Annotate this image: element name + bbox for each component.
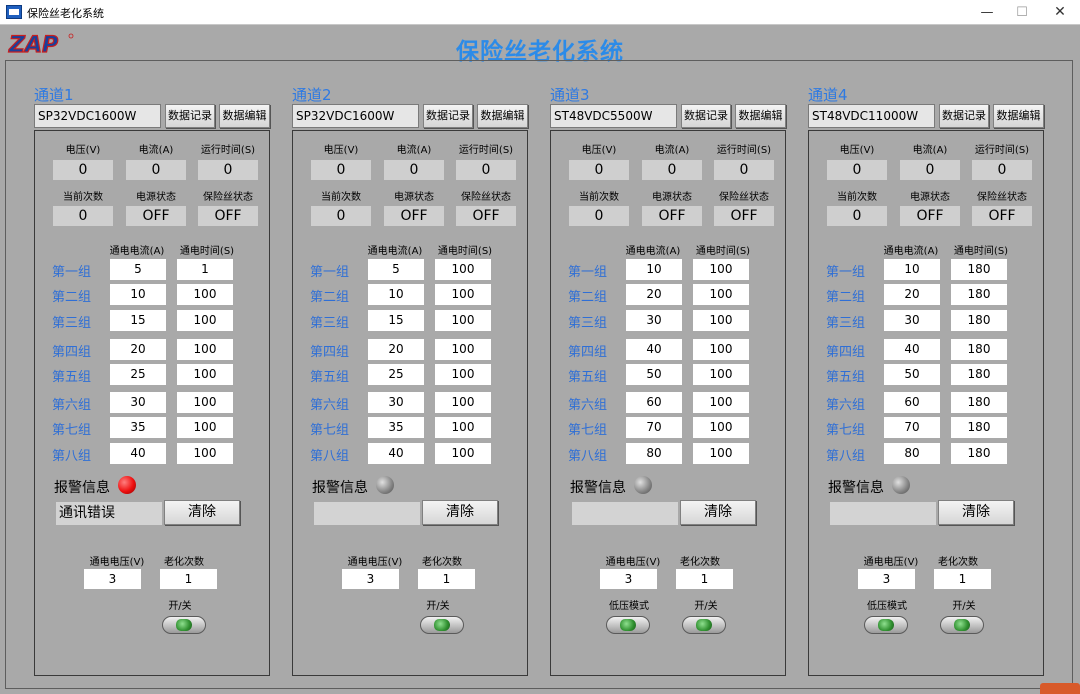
taskbar-app-icon	[1040, 683, 1080, 694]
channel-panel	[808, 130, 1044, 676]
channel-label: 通道3	[550, 86, 590, 104]
channel-panel	[292, 130, 528, 676]
model-field[interactable]: SP32VDC1600W	[292, 104, 419, 128]
data-edit-button[interactable]: 数据编辑	[993, 104, 1044, 128]
channel-label: 通道1	[34, 86, 74, 104]
channel-3: 通道3 ST48VDC5500W 数据记录 数据编辑 电压(V) 0 电流(A) 0 运行时间(…	[550, 0, 830, 694]
model-field[interactable]: ST48VDC5500W	[550, 104, 677, 128]
data-record-button[interactable]: 数据记录	[423, 104, 473, 128]
channel-label: 通道4	[808, 86, 848, 104]
channel-panel	[550, 130, 786, 676]
data-record-button[interactable]: 数据记录	[681, 104, 731, 128]
app-icon	[6, 5, 22, 19]
channel-label: 通道2	[292, 86, 332, 104]
model-field[interactable]: ST48VDC11000W	[808, 104, 935, 128]
data-edit-button[interactable]: 数据编辑	[219, 104, 270, 128]
data-record-button[interactable]: 数据记录	[939, 104, 989, 128]
model-field[interactable]: SP32VDC1600W	[34, 104, 161, 128]
data-edit-button[interactable]: 数据编辑	[735, 104, 786, 128]
data-edit-button[interactable]: 数据编辑	[477, 104, 528, 128]
data-record-button[interactable]: 数据记录	[165, 104, 215, 128]
channel-1: 通道1 SP32VDC1600W 数据记录 数据编辑 电压(V) 0 电流(A) 0 运行时间(…	[34, 0, 314, 694]
channel-2: 通道2 SP32VDC1600W 数据记录 数据编辑 电压(V) 0 电流(A) 0 运行时间(…	[292, 0, 572, 694]
channel-4: 通道4 ST48VDC11000W 数据记录 数据编辑 电压(V) 0 电流(A) 0 运行时间…	[808, 0, 1080, 694]
channel-panel	[34, 130, 270, 676]
